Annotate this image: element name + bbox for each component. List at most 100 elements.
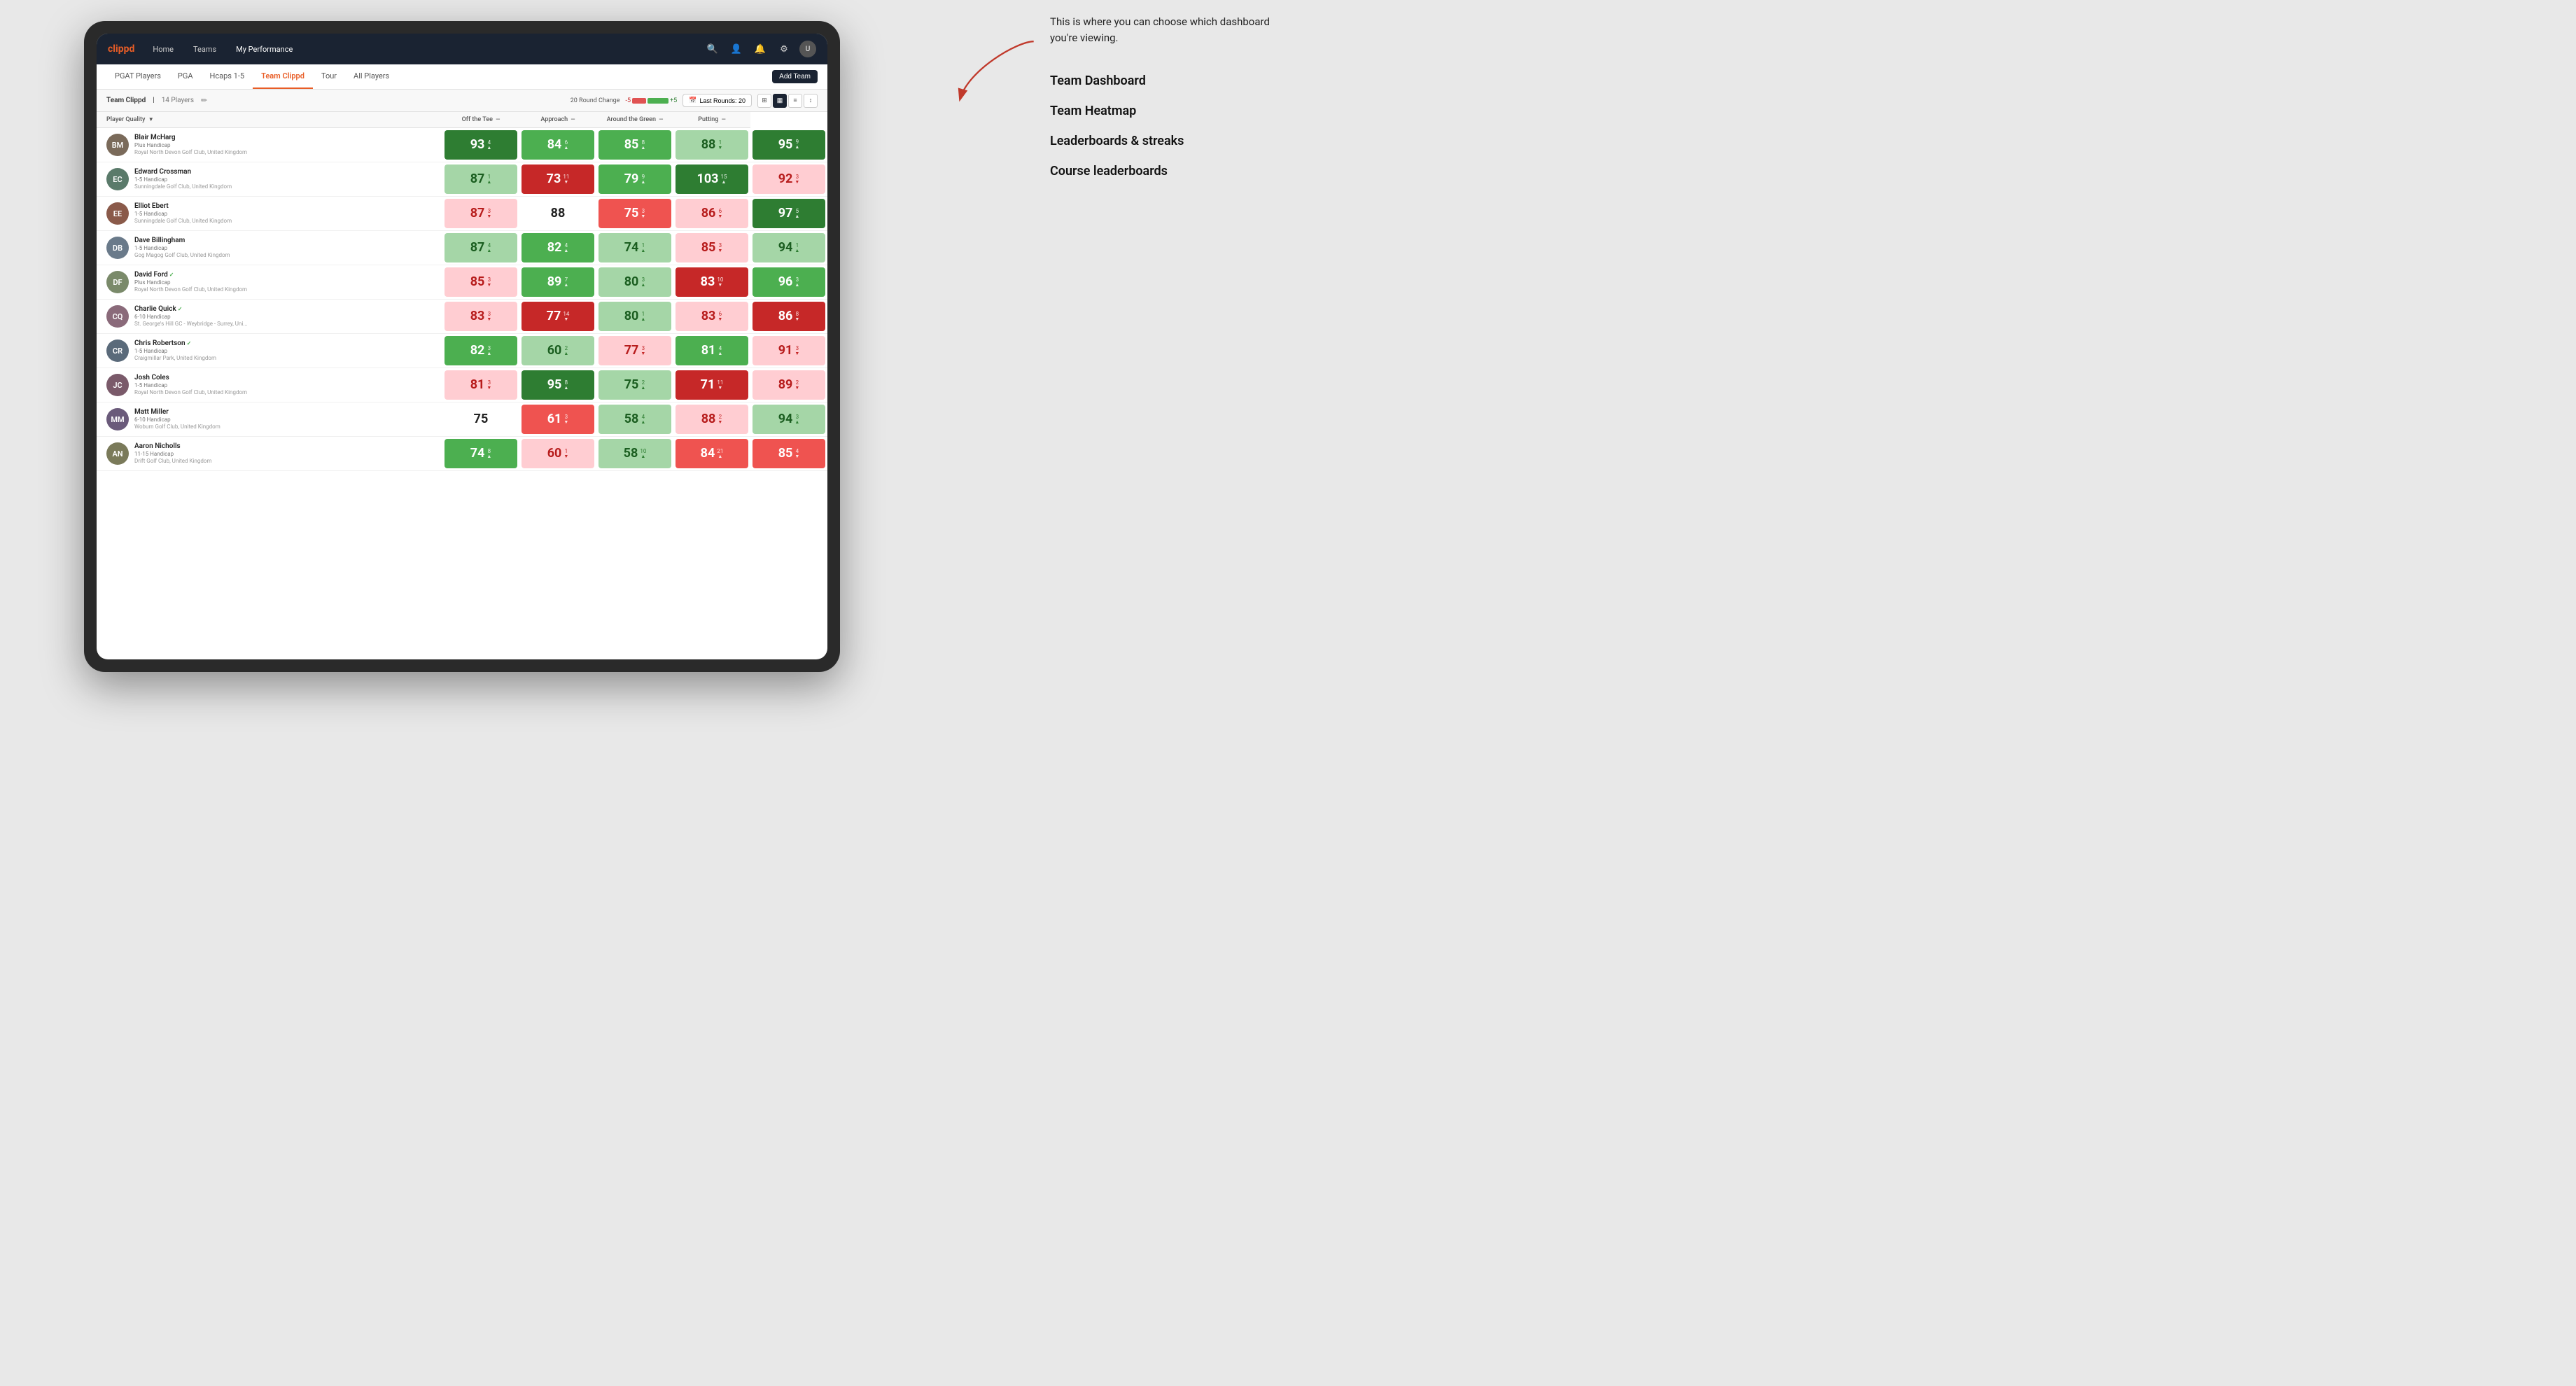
score-num: 89: [778, 379, 793, 391]
score-num: 83: [470, 310, 485, 323]
player-cell-4[interactable]: DF David Ford✓ Plus Handicap Royal North…: [97, 265, 442, 300]
edit-icon[interactable]: ✏: [201, 96, 207, 105]
tab-bar: PGAT Players PGA Hcaps 1-5 Team Clippd T…: [97, 64, 827, 90]
score-box: 83 6▼: [676, 302, 748, 331]
score-delta: 5▲: [794, 209, 799, 219]
sub-header-right: 20 Round Change -5 +5 📅 Last Rounds: 20 …: [570, 94, 818, 108]
player-avatar: DB: [106, 237, 129, 259]
list-view-button[interactable]: ≡: [788, 94, 802, 108]
score-delta: 2▼: [718, 414, 722, 425]
settings-icon[interactable]: ⚙: [776, 41, 792, 57]
player-handicap: Plus Handicap: [134, 279, 247, 286]
score-num: 80: [624, 276, 639, 288]
approach-score-1: 73 11▼: [519, 162, 596, 197]
score-box: 73 11▼: [522, 164, 594, 194]
player-cell-1[interactable]: EC Edward Crossman 1-5 Handicap Sunningd…: [97, 162, 442, 197]
tab-team-clippd[interactable]: Team Clippd: [253, 64, 313, 89]
bar-green: [648, 98, 668, 104]
col-player[interactable]: Player Quality ▼: [97, 112, 442, 128]
score-box: 74 1▲: [598, 233, 671, 262]
score-delta: 3▼: [794, 174, 799, 185]
player-cell-7[interactable]: JC Josh Coles 1-5 Handicap Royal North D…: [97, 368, 442, 402]
filter-button[interactable]: ↕: [804, 94, 818, 108]
tab-all-players[interactable]: All Players: [345, 64, 398, 89]
score-box: 79 9▲: [598, 164, 671, 194]
around-green-score-2-9: 84 21▲: [673, 437, 750, 471]
tab-hcaps[interactable]: Hcaps 1-5: [202, 64, 253, 89]
score-box: 82 4▲: [522, 233, 594, 262]
player-info: Chris Robertson✓ 1-5 Handicap Craigmilla…: [134, 340, 216, 361]
off-tee-score-0: 93 4▲: [442, 128, 519, 162]
player-cell-6[interactable]: CR Chris Robertson✓ 1-5 Handicap Craigmi…: [97, 334, 442, 368]
col-putting[interactable]: Putting —: [673, 112, 750, 128]
tab-pgat-players[interactable]: PGAT Players: [106, 64, 169, 89]
around-green-score-1-0: 85 8▲: [596, 128, 673, 162]
off-tee-score-2: 87 3▼: [442, 197, 519, 231]
off-tee-score-3: 87 4▲: [442, 231, 519, 265]
score-num: 60: [547, 344, 562, 357]
annotation-area: This is where you can choose which dashb…: [1050, 14, 1274, 194]
score-num: 94: [778, 413, 793, 426]
nav-link-my-performance[interactable]: My Performance: [232, 42, 297, 57]
avatar[interactable]: U: [799, 41, 816, 57]
putting-score-8: 94 3▲: [750, 402, 827, 437]
around-green-score-1-4: 80 3▲: [596, 265, 673, 300]
col-off-tee[interactable]: Off the Tee —: [442, 112, 519, 128]
round-change-label: 20 Round Change: [570, 97, 620, 104]
score-box: 83 10▼: [676, 267, 748, 297]
score-num: 80: [624, 310, 639, 323]
score-num: 88: [551, 207, 566, 220]
around-green-score-1-9: 58 10▲: [596, 437, 673, 471]
score-num: 96: [778, 276, 793, 288]
score-delta: 3▼: [794, 346, 799, 356]
score-num: 74: [624, 241, 639, 254]
col-around-green[interactable]: Around the Green —: [596, 112, 673, 128]
col-approach[interactable]: Approach —: [519, 112, 596, 128]
around-green-score-1-7: 75 2▲: [596, 368, 673, 402]
tab-tour[interactable]: Tour: [313, 64, 345, 89]
score-box: 83 3▼: [444, 302, 517, 331]
data-table: Player Quality ▼ Off the Tee — Approach …: [97, 112, 827, 471]
player-club: Gog Magog Golf Club, United Kingdom: [134, 252, 230, 259]
player-cell-0[interactable]: BM Blair McHarg Plus Handicap Royal Nort…: [97, 128, 442, 162]
user-icon[interactable]: 👤: [728, 41, 745, 57]
player-name: Charlie Quick✓: [134, 305, 248, 314]
grid-view-button[interactable]: ⊞: [757, 94, 771, 108]
heatmap-view-button[interactable]: ▦: [773, 94, 787, 108]
putting-score-4: 96 3▲: [750, 265, 827, 300]
score-delta: 14▼: [563, 312, 569, 322]
round-change-pos: +5: [670, 97, 677, 104]
add-team-button[interactable]: Add Team: [772, 70, 818, 83]
last-rounds-icon: 📅: [689, 97, 696, 104]
score-delta: 1▼: [564, 449, 568, 459]
around-green-score-2-8: 88 2▼: [673, 402, 750, 437]
score-box: 58 10▲: [598, 439, 671, 468]
nav-link-home[interactable]: Home: [148, 42, 178, 57]
bell-icon[interactable]: 🔔: [752, 41, 769, 57]
player-cell-3[interactable]: DB Dave Billingham 1-5 Handicap Gog Mago…: [97, 231, 442, 265]
player-cell-5[interactable]: CQ Charlie Quick✓ 6-10 Handicap St. Geor…: [97, 300, 442, 334]
score-box: 60 2▲: [522, 336, 594, 365]
table-header-row: Player Quality ▼ Off the Tee — Approach …: [97, 112, 827, 128]
score-num: 89: [547, 276, 562, 288]
last-rounds-button[interactable]: 📅 Last Rounds: 20: [682, 94, 752, 107]
score-box: 60 1▼: [522, 439, 594, 468]
search-icon[interactable]: 🔍: [704, 41, 721, 57]
score-delta: 3▼: [640, 346, 645, 356]
player-handicap: 1-5 Handicap: [134, 245, 230, 252]
table-row: AN Aaron Nicholls 11-15 Handicap Drift G…: [97, 437, 827, 471]
score-delta: 3▲: [794, 277, 799, 288]
off-tee-score-5: 83 3▼: [442, 300, 519, 334]
player-name: David Ford✓: [134, 271, 247, 279]
tab-pga[interactable]: PGA: [169, 64, 202, 89]
player-name: Elliot Ebert: [134, 202, 232, 211]
player-cell-2[interactable]: EE Elliot Ebert 1-5 Handicap Sunningdale…: [97, 197, 442, 231]
player-cell-9[interactable]: AN Aaron Nicholls 11-15 Handicap Drift G…: [97, 437, 442, 471]
score-delta: 1▲: [794, 243, 799, 253]
player-name: Chris Robertson✓: [134, 340, 216, 348]
player-cell-8[interactable]: MM Matt Miller 6-10 Handicap Woburn Golf…: [97, 402, 442, 437]
tabs: PGAT Players PGA Hcaps 1-5 Team Clippd T…: [106, 64, 398, 89]
table-row: JC Josh Coles 1-5 Handicap Royal North D…: [97, 368, 827, 402]
nav-link-teams[interactable]: Teams: [189, 42, 220, 57]
score-box: 85 8▲: [598, 130, 671, 160]
